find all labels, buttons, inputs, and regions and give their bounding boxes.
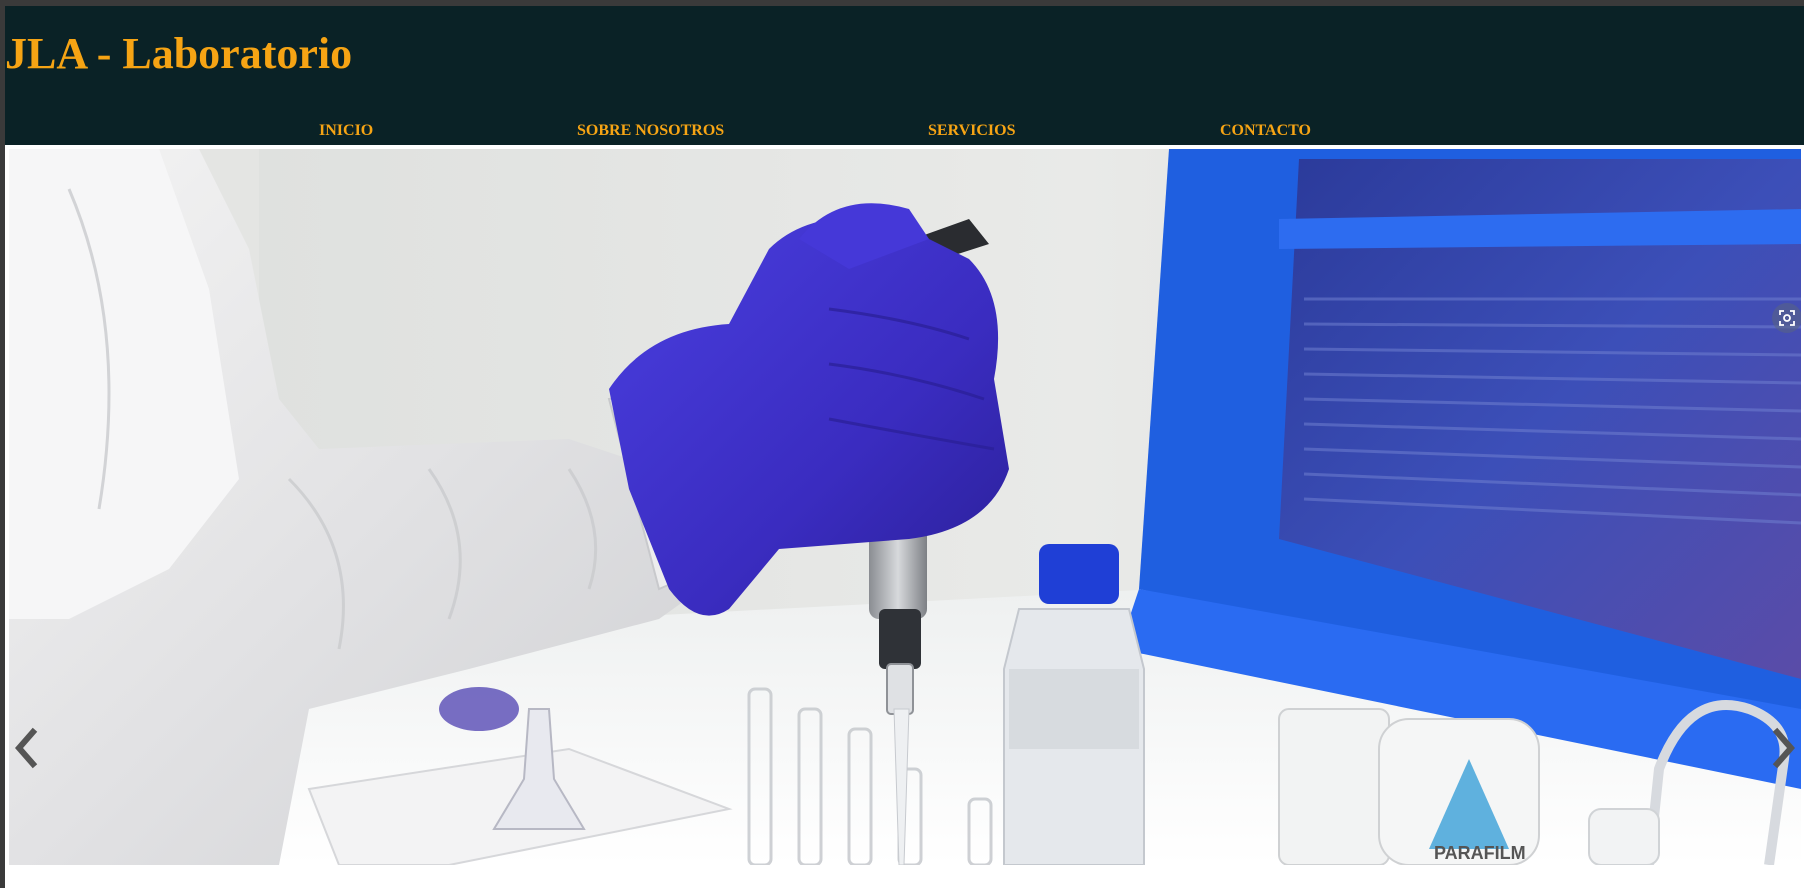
lab-photo: PARAFILM	[9, 149, 1801, 865]
visual-search-button[interactable]	[1772, 303, 1801, 333]
nav-item-sobre-nosotros[interactable]: SOBRE NOSOTROS	[577, 122, 724, 140]
chevron-right-icon	[1772, 727, 1795, 769]
chevron-left-icon	[15, 727, 38, 769]
carousel-next-button[interactable]	[1767, 720, 1801, 776]
parafilm-label: PARAFILM	[1434, 843, 1526, 863]
site-header: JLA - Laboratorio INICIO SOBRE NOSOTROS …	[5, 6, 1804, 145]
nav-item-servicios[interactable]: SERVICIOS	[928, 122, 1015, 140]
nav-item-contacto[interactable]: CONTACTO	[1220, 122, 1311, 140]
main-nav: INICIO SOBRE NOSOTROS SERVICIOS CONTACTO	[5, 114, 1804, 144]
carousel-prev-button[interactable]	[9, 720, 43, 776]
nav-item-inicio[interactable]: INICIO	[319, 122, 373, 140]
visual-search-icon	[1779, 310, 1795, 326]
site-title[interactable]: JLA - Laboratorio	[5, 28, 352, 81]
hero-carousel[interactable]: PARAFILM	[9, 149, 1801, 865]
page: JLA - Laboratorio INICIO SOBRE NOSOTROS …	[0, 0, 1804, 888]
